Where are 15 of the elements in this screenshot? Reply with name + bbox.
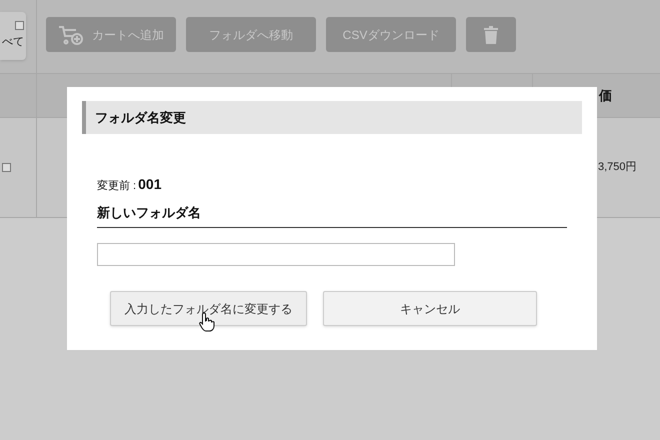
delete-button[interactable] bbox=[466, 17, 516, 52]
new-name-heading: 新しいフォルダ名 bbox=[97, 203, 567, 228]
price-cell-text: 3,750円 bbox=[598, 160, 637, 176]
cancel-button[interactable]: キャンセル bbox=[323, 291, 537, 326]
before-label: 変更前 : bbox=[97, 178, 136, 194]
folder-name-field[interactable] bbox=[97, 242, 455, 266]
select-all-button[interactable]: べて bbox=[0, 12, 26, 60]
dialog-title: フォルダ名変更 bbox=[82, 101, 582, 134]
select-all-label: べて bbox=[2, 35, 24, 50]
checkbox[interactable] bbox=[15, 21, 24, 30]
checkbox[interactable] bbox=[2, 163, 11, 172]
column-header: 価 bbox=[599, 86, 612, 105]
trash-icon bbox=[484, 26, 498, 44]
cart-add-icon bbox=[58, 24, 84, 46]
before-value: 001 bbox=[138, 175, 162, 194]
